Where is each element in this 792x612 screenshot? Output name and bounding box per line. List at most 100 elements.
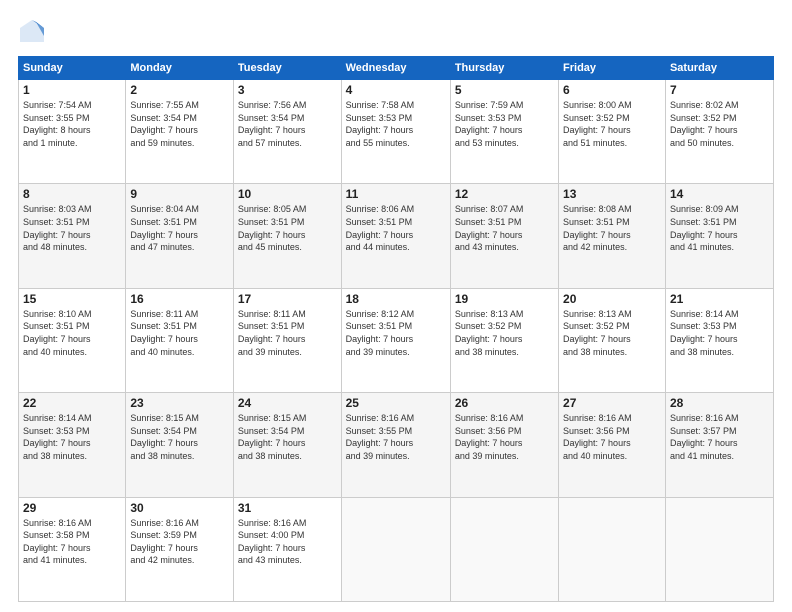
- day-info: Sunrise: 7:56 AM Sunset: 3:54 PM Dayligh…: [238, 99, 337, 149]
- day-info: Sunrise: 8:14 AM Sunset: 3:53 PM Dayligh…: [670, 308, 769, 358]
- day-info: Sunrise: 7:58 AM Sunset: 3:53 PM Dayligh…: [346, 99, 446, 149]
- day-info: Sunrise: 8:16 AM Sunset: 3:56 PM Dayligh…: [563, 412, 661, 462]
- day-number: 6: [563, 83, 661, 97]
- calendar-cell: [341, 497, 450, 601]
- day-info: Sunrise: 8:06 AM Sunset: 3:51 PM Dayligh…: [346, 203, 446, 253]
- calendar-cell: [450, 497, 558, 601]
- calendar-cell: 1Sunrise: 7:54 AM Sunset: 3:55 PM Daylig…: [19, 80, 126, 184]
- calendar-body: 1Sunrise: 7:54 AM Sunset: 3:55 PM Daylig…: [19, 80, 774, 602]
- day-number: 14: [670, 187, 769, 201]
- day-info: Sunrise: 8:11 AM Sunset: 3:51 PM Dayligh…: [130, 308, 229, 358]
- day-number: 5: [455, 83, 554, 97]
- calendar-header-row: SundayMondayTuesdayWednesdayThursdayFrid…: [19, 57, 774, 80]
- calendar-cell: 13Sunrise: 8:08 AM Sunset: 3:51 PM Dayli…: [559, 184, 666, 288]
- day-number: 31: [238, 501, 337, 515]
- calendar-cell: 16Sunrise: 8:11 AM Sunset: 3:51 PM Dayli…: [126, 288, 234, 392]
- calendar-cell: 14 Sunrise: 8:09 AM Sunset: 3:51 PM Dayli…: [665, 184, 773, 288]
- day-number: 26: [455, 396, 554, 410]
- calendar-cell: 5 Sunrise: 7:59 AM Sunset: 3:53 PM Daylig…: [450, 80, 558, 184]
- calendar-cell: 28Sunrise: 8:16 AM Sunset: 3:57 PM Dayli…: [665, 393, 773, 497]
- logo-icon: [18, 18, 46, 46]
- col-header-thursday: Thursday: [450, 57, 558, 80]
- col-header-sunday: Sunday: [19, 57, 126, 80]
- calendar-cell: 19 Sunrise: 8:13 AM Sunset: 3:52 PM Dayli…: [450, 288, 558, 392]
- day-info: Sunrise: 8:15 AM Sunset: 3:54 PM Dayligh…: [238, 412, 337, 462]
- day-number: 27: [563, 396, 661, 410]
- day-number: 2: [130, 83, 229, 97]
- day-number: 15: [23, 292, 121, 306]
- day-number: 7: [670, 83, 769, 97]
- calendar-cell: 23 Sunrise: 8:15 AM Sunset: 3:54 PM Dayli…: [126, 393, 234, 497]
- week-row-2: 8Sunrise: 8:03 AM Sunset: 3:51 PM Daylig…: [19, 184, 774, 288]
- col-header-monday: Monday: [126, 57, 234, 80]
- day-info: Sunrise: 7:59 AM Sunset: 3:53 PM Dayligh…: [455, 99, 554, 149]
- day-number: 23: [130, 396, 229, 410]
- day-number: 1: [23, 83, 121, 97]
- calendar-cell: 6 Sunrise: 8:00 AM Sunset: 3:52 PM Daylig…: [559, 80, 666, 184]
- calendar-table: SundayMondayTuesdayWednesdayThursdayFrid…: [18, 56, 774, 602]
- calendar-cell: 7 Sunrise: 8:02 AM Sunset: 3:52 PM Daylig…: [665, 80, 773, 184]
- day-info: Sunrise: 8:13 AM Sunset: 3:52 PM Dayligh…: [563, 308, 661, 358]
- calendar-cell: 17 Sunrise: 8:11 AM Sunset: 3:51 PM Dayli…: [233, 288, 341, 392]
- calendar-cell: 21 Sunrise: 8:14 AM Sunset: 3:53 PM Dayli…: [665, 288, 773, 392]
- calendar-cell: 29 Sunrise: 8:16 AM Sunset: 3:58 PM Dayli…: [19, 497, 126, 601]
- day-number: 3: [238, 83, 337, 97]
- day-info: Sunrise: 8:16 AM Sunset: 3:56 PM Dayligh…: [455, 412, 554, 462]
- day-number: 9: [130, 187, 229, 201]
- day-info: Sunrise: 8:07 AM Sunset: 3:51 PM Dayligh…: [455, 203, 554, 253]
- day-number: 22: [23, 396, 121, 410]
- calendar-cell: 11Sunrise: 8:06 AM Sunset: 3:51 PM Dayli…: [341, 184, 450, 288]
- calendar-cell: [559, 497, 666, 601]
- day-info: Sunrise: 7:55 AM Sunset: 3:54 PM Dayligh…: [130, 99, 229, 149]
- day-number: 29: [23, 501, 121, 515]
- day-number: 4: [346, 83, 446, 97]
- day-info: Sunrise: 8:08 AM Sunset: 3:51 PM Dayligh…: [563, 203, 661, 253]
- day-number: 28: [670, 396, 769, 410]
- day-number: 17: [238, 292, 337, 306]
- col-header-wednesday: Wednesday: [341, 57, 450, 80]
- calendar-cell: 9 Sunrise: 8:04 AM Sunset: 3:51 PM Daylig…: [126, 184, 234, 288]
- day-info: Sunrise: 8:12 AM Sunset: 3:51 PM Dayligh…: [346, 308, 446, 358]
- week-row-5: 29 Sunrise: 8:16 AM Sunset: 3:58 PM Dayli…: [19, 497, 774, 601]
- week-row-4: 22Sunrise: 8:14 AM Sunset: 3:53 PM Dayli…: [19, 393, 774, 497]
- logo: [18, 18, 50, 46]
- day-number: 10: [238, 187, 337, 201]
- calendar-cell: 26 Sunrise: 8:16 AM Sunset: 3:56 PM Dayli…: [450, 393, 558, 497]
- calendar-cell: 18 Sunrise: 8:12 AM Sunset: 3:51 PM Dayli…: [341, 288, 450, 392]
- day-info: Sunrise: 8:09 AM Sunset: 3:51 PM Dayligh…: [670, 203, 769, 253]
- week-row-3: 15 Sunrise: 8:10 AM Sunset: 3:51 PM Dayli…: [19, 288, 774, 392]
- day-info: Sunrise: 8:05 AM Sunset: 3:51 PM Dayligh…: [238, 203, 337, 253]
- calendar-page: SundayMondayTuesdayWednesdayThursdayFrid…: [0, 0, 792, 612]
- day-info: Sunrise: 8:02 AM Sunset: 3:52 PM Dayligh…: [670, 99, 769, 149]
- day-number: 21: [670, 292, 769, 306]
- header: [18, 18, 774, 46]
- calendar-cell: 30Sunrise: 8:16 AM Sunset: 3:59 PM Dayli…: [126, 497, 234, 601]
- day-number: 19: [455, 292, 554, 306]
- day-number: 24: [238, 396, 337, 410]
- day-number: 30: [130, 501, 229, 515]
- day-info: Sunrise: 8:16 AM Sunset: 3:58 PM Dayligh…: [23, 517, 121, 567]
- day-info: Sunrise: 8:00 AM Sunset: 3:52 PM Dayligh…: [563, 99, 661, 149]
- day-info: Sunrise: 8:13 AM Sunset: 3:52 PM Dayligh…: [455, 308, 554, 358]
- day-info: Sunrise: 8:16 AM Sunset: 3:55 PM Dayligh…: [346, 412, 446, 462]
- day-number: 25: [346, 396, 446, 410]
- day-number: 20: [563, 292, 661, 306]
- calendar-cell: 3 Sunrise: 7:56 AM Sunset: 3:54 PM Daylig…: [233, 80, 341, 184]
- day-number: 8: [23, 187, 121, 201]
- calendar-cell: 4 Sunrise: 7:58 AM Sunset: 3:53 PM Daylig…: [341, 80, 450, 184]
- calendar-cell: 2 Sunrise: 7:55 AM Sunset: 3:54 PM Daylig…: [126, 80, 234, 184]
- calendar-cell: 10 Sunrise: 8:05 AM Sunset: 3:51 PM Dayli…: [233, 184, 341, 288]
- calendar-cell: 15 Sunrise: 8:10 AM Sunset: 3:51 PM Dayli…: [19, 288, 126, 392]
- day-info: Sunrise: 8:11 AM Sunset: 3:51 PM Dayligh…: [238, 308, 337, 358]
- calendar-cell: 31 Sunrise: 8:16 AM Sunset: 4:00 PM Dayli…: [233, 497, 341, 601]
- calendar-cell: [665, 497, 773, 601]
- calendar-cell: 20 Sunrise: 8:13 AM Sunset: 3:52 PM Dayli…: [559, 288, 666, 392]
- day-info: Sunrise: 8:15 AM Sunset: 3:54 PM Dayligh…: [130, 412, 229, 462]
- day-info: Sunrise: 8:16 AM Sunset: 4:00 PM Dayligh…: [238, 517, 337, 567]
- calendar-cell: 27 Sunrise: 8:16 AM Sunset: 3:56 PM Dayli…: [559, 393, 666, 497]
- day-info: Sunrise: 8:10 AM Sunset: 3:51 PM Dayligh…: [23, 308, 121, 358]
- week-row-1: 1Sunrise: 7:54 AM Sunset: 3:55 PM Daylig…: [19, 80, 774, 184]
- day-number: 18: [346, 292, 446, 306]
- col-header-tuesday: Tuesday: [233, 57, 341, 80]
- day-info: Sunrise: 8:04 AM Sunset: 3:51 PM Dayligh…: [130, 203, 229, 253]
